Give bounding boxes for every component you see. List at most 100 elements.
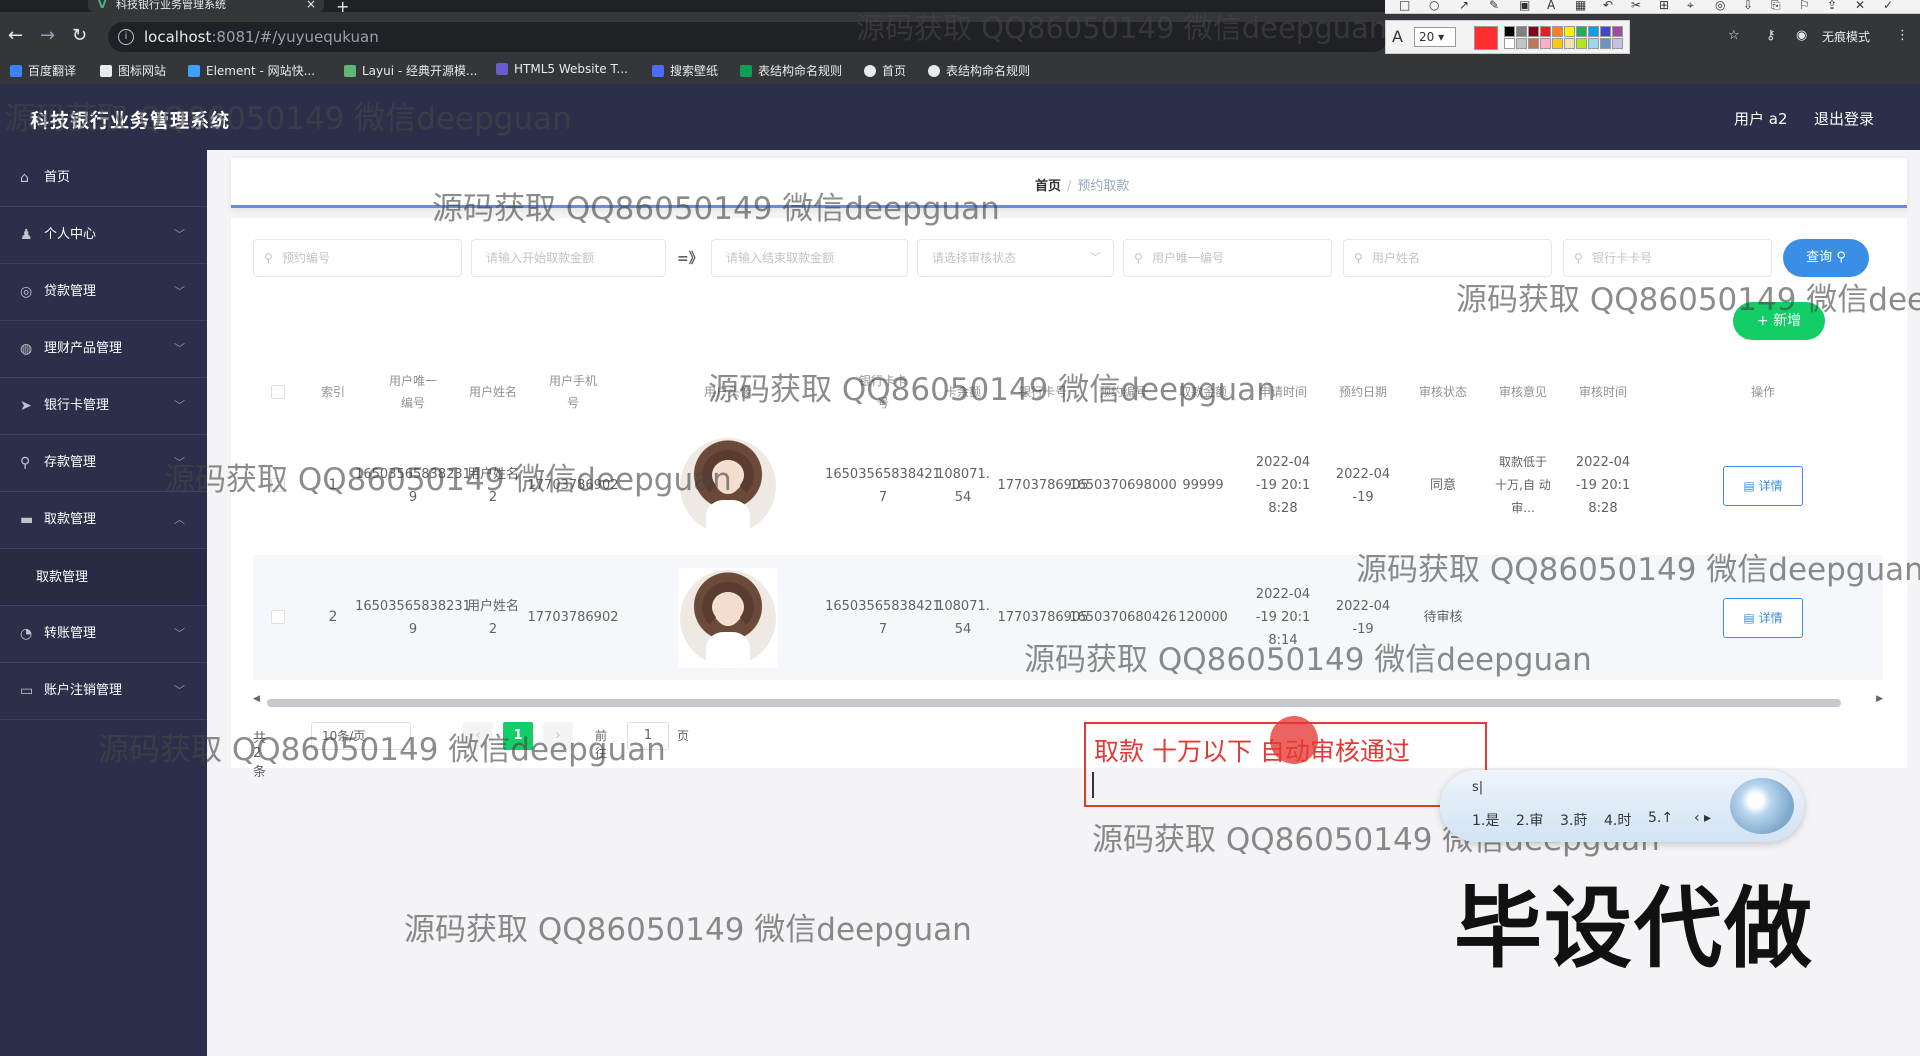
goto-page-input[interactable]: 1 [627, 722, 669, 750]
color-swatch[interactable] [1600, 38, 1611, 49]
page-size-select[interactable]: 10条/页 [311, 722, 411, 750]
text-tool-icon[interactable]: A [1547, 0, 1555, 12]
color-swatch[interactable] [1576, 26, 1587, 37]
scissors-icon[interactable]: ✂ [1631, 0, 1641, 12]
ellipse-tool-icon[interactable]: ○ [1429, 0, 1439, 12]
download-icon[interactable]: ⇩ [1743, 0, 1753, 12]
back-icon[interactable]: ← [8, 26, 23, 46]
menu-dots-icon[interactable]: ⋮ [1896, 28, 1909, 43]
ocr-icon[interactable]: ⌖ [1687, 0, 1694, 13]
ime-page-arrows-icon[interactable]: ‹ ▸ [1694, 810, 1711, 826]
select-all-checkbox[interactable] [271, 385, 285, 399]
ime-candidate[interactable]: 2.审 [1516, 810, 1543, 830]
bookmark-item[interactable]: 首页 [864, 62, 906, 79]
booking-no-input[interactable]: ⚲ 预约编号 [253, 239, 462, 277]
pin-icon[interactable]: ⊞ [1659, 0, 1669, 12]
reload-icon[interactable]: ↻ [72, 26, 87, 46]
scrollbar-thumb[interactable] [267, 699, 1841, 707]
record-icon[interactable]: ◎ [1715, 0, 1725, 12]
row-checkbox[interactable] [271, 478, 285, 492]
confirm-icon[interactable]: ✓ [1883, 0, 1893, 12]
bookmark-item[interactable]: HTML5 Website T... [496, 62, 628, 76]
color-swatch[interactable] [1528, 26, 1539, 37]
key-icon[interactable]: ⚷ [1766, 28, 1776, 43]
row-checkbox[interactable] [271, 610, 285, 624]
bookmark-item[interactable]: Layui - 经典开源模... [344, 62, 477, 79]
color-swatch[interactable] [1564, 26, 1575, 37]
bookmark-item[interactable]: Element - 网站快... [188, 62, 315, 79]
color-swatch[interactable] [1540, 38, 1551, 49]
bookmark-item[interactable]: 百度翻译 [10, 62, 76, 79]
copy-icon[interactable]: ⎘ [1771, 0, 1781, 13]
color-swatch[interactable] [1504, 26, 1515, 37]
color-swatch[interactable] [1612, 38, 1623, 49]
sidebar-item-profile[interactable]: ♟ 个人中心 ﹀ [0, 207, 207, 264]
scroll-right-icon[interactable]: ▶ [1876, 694, 1883, 704]
ime-candidate[interactable]: 3.莳 [1560, 810, 1587, 830]
bookmark-item[interactable]: 图标网站 [100, 62, 166, 79]
horizontal-scrollbar[interactable]: ◀ ▶ [253, 694, 1883, 708]
color-swatch[interactable] [1540, 26, 1551, 37]
query-button[interactable]: 查询 ⚲ [1783, 239, 1869, 277]
sidebar-item-home[interactable]: ⌂ 首页 [0, 150, 207, 207]
color-swatch[interactable] [1612, 26, 1623, 37]
font-size-select[interactable]: 20 ▾ [1414, 27, 1456, 47]
audit-status-select[interactable]: 请选择审核状态 ﹀ [917, 239, 1114, 277]
rect-tool-icon[interactable]: □ [1399, 0, 1410, 12]
browser-tab[interactable]: V 科技银行业务管理系统 × [88, 0, 324, 12]
site-info-icon[interactable]: i [118, 29, 134, 45]
next-page-button[interactable]: › [543, 722, 573, 750]
undo-icon[interactable]: ↶ [1603, 0, 1613, 12]
bookmark-star-icon[interactable]: ☆ [1728, 28, 1740, 43]
sidebar-item-deposits[interactable]: ⚲ 存款管理 ﹀ [0, 435, 207, 492]
sidebar-item-account-closure[interactable]: ▭ 账户注销管理 ﹀ [0, 663, 207, 720]
color-swatch[interactable] [1528, 38, 1539, 49]
bookmark-item[interactable]: 搜索壁纸 [652, 62, 718, 79]
sidebar-item-finance-products[interactable]: ◍ 理财产品管理 ﹀ [0, 321, 207, 378]
amount-from-input[interactable]: 请输入开始取款金额 [471, 239, 666, 277]
forward-icon[interactable]: → [40, 26, 55, 46]
bookmark-item[interactable]: 表结构命名规则 [740, 62, 842, 79]
color-swatch[interactable] [1588, 26, 1599, 37]
color-swatch[interactable] [1552, 26, 1563, 37]
color-swatch[interactable] [1564, 38, 1575, 49]
address-bar[interactable]: i localhost:8081/#/yuyuequkuan [108, 22, 1388, 52]
user-no-input[interactable]: ⚲ 用户唯一编号 [1123, 239, 1332, 277]
color-swatch[interactable] [1516, 26, 1527, 37]
mosaic-tool-icon[interactable]: ▦ [1575, 0, 1586, 12]
ime-candidate[interactable]: 5.↑ [1648, 810, 1673, 826]
marker-tool-icon[interactable]: ▣ [1519, 0, 1530, 12]
amount-to-input[interactable]: 请输入结束取款金额 [711, 239, 908, 277]
bookmark-item[interactable]: 表结构命名规则 [928, 62, 1030, 79]
sidebar-item-loans[interactable]: ◎ 贷款管理 ﹀ [0, 264, 207, 321]
detail-button[interactable]: ▤ 详情 [1723, 597, 1803, 638]
logout-button[interactable]: 退出登录 [1814, 108, 1874, 129]
ime-candidate[interactable]: 1.是 [1472, 810, 1499, 830]
tab-close-icon[interactable]: × [306, 0, 316, 10]
close-icon[interactable]: ✕ [1855, 0, 1865, 12]
card-no-input[interactable]: ⚲ 银行卡卡号 [1563, 239, 1772, 277]
color-swatch[interactable] [1504, 38, 1515, 49]
breadcrumb-home[interactable]: 首页 [1035, 179, 1061, 194]
color-swatch[interactable] [1588, 38, 1599, 49]
color-swatch[interactable] [1600, 26, 1611, 37]
color-swatch[interactable] [1576, 38, 1587, 49]
pen-tool-icon[interactable]: ✎ [1489, 0, 1499, 12]
sidebar-item-bank-cards[interactable]: ➤ 银行卡管理 ﹀ [0, 378, 207, 435]
sidebar-item-transfers[interactable]: ◔ 转账管理 ﹀ [0, 606, 207, 663]
prev-page-button[interactable]: ‹ [463, 722, 493, 750]
detail-button[interactable]: ▤ 详情 [1723, 465, 1803, 506]
add-button[interactable]: + 新增 [1733, 302, 1825, 340]
sidebar-item-withdrawals[interactable]: ▬ 取款管理 ︿ [0, 492, 207, 549]
page-number-current[interactable]: 1 [503, 722, 533, 750]
ime-candidate[interactable]: 4.时 [1604, 810, 1631, 830]
color-swatch[interactable] [1552, 38, 1563, 49]
scroll-left-icon[interactable]: ◀ [253, 694, 260, 704]
incognito-label[interactable]: 无痕模式 [1822, 28, 1870, 45]
share-icon[interactable]: ⇪ [1827, 0, 1837, 12]
user-name-input[interactable]: ⚲ 用户姓名 [1343, 239, 1552, 277]
current-color-swatch[interactable] [1474, 26, 1498, 50]
sidebar-subitem-withdrawals[interactable]: 取款管理 [0, 549, 207, 606]
arrow-tool-icon[interactable]: ↗ [1459, 0, 1469, 12]
bookmark-tool-icon[interactable]: ⚐ [1799, 0, 1810, 12]
